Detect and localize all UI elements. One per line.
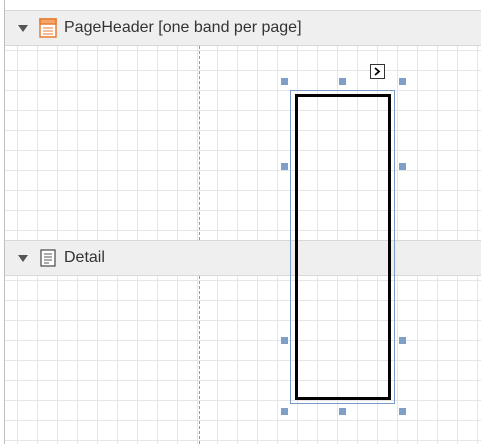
band-header-detail[interactable]: Detail [5,240,481,276]
resize-handle-left-upper[interactable] [281,163,288,170]
resize-handle-bottom[interactable] [339,408,346,415]
smart-tag-button[interactable] [370,64,385,79]
band-header-page-header[interactable]: PageHeader [one band per page] [5,10,481,46]
page-margin-line [199,276,200,444]
resize-handle-bottom-right[interactable] [399,408,406,415]
resize-handle-left-lower[interactable] [281,337,288,344]
resize-handle-top[interactable] [339,78,346,85]
band-label-detail: Detail [64,249,105,266]
page-header-band-icon [39,18,57,38]
collapse-arrow-icon[interactable] [18,24,28,32]
detail-band-icon [39,248,57,268]
resize-handle-right-upper[interactable] [399,163,406,170]
page-header-band-area[interactable] [5,46,481,240]
band-label-page-header: PageHeader [one band per page] [64,19,302,36]
rectangle-shape-control[interactable] [295,94,391,400]
resize-handle-bottom-left[interactable] [281,408,288,415]
resize-handle-right-lower[interactable] [399,337,406,344]
surface-left-border [4,0,5,444]
report-design-surface[interactable]: PageHeader [one band per page] Detail [0,0,481,444]
collapse-arrow-icon[interactable] [18,254,28,262]
smart-tag-arrow-icon [373,63,382,81]
page-margin-line [199,46,200,240]
detail-band-area[interactable] [5,276,481,444]
resize-handle-top-left[interactable] [281,78,288,85]
resize-handle-top-right[interactable] [399,78,406,85]
